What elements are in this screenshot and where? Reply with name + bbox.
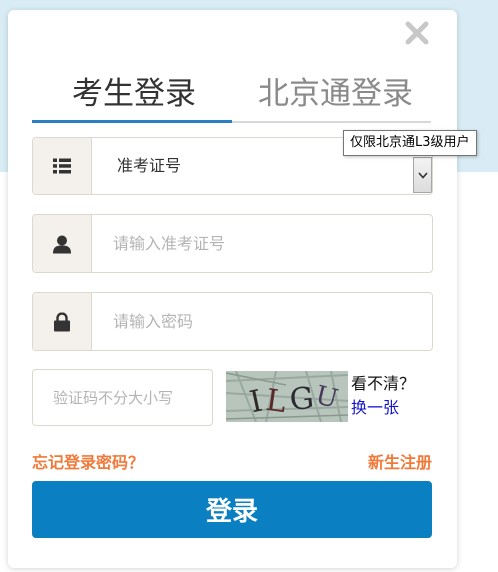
lock-icon	[54, 312, 70, 331]
password-input[interactable]	[92, 293, 432, 350]
tooltip: 仅限北京通L3级用户	[343, 130, 477, 156]
list-icon	[53, 158, 71, 174]
close-icon[interactable]	[404, 20, 430, 46]
active-tab-indicator	[32, 120, 232, 123]
captcha-image[interactable]: I L G U	[226, 371, 348, 422]
id-type-addon	[33, 138, 92, 194]
tab-beijingtong-login[interactable]: 北京通登录	[258, 74, 413, 114]
exam-number-input[interactable]	[92, 215, 432, 272]
chevron-down-icon	[418, 172, 428, 179]
svg-text:G: G	[288, 381, 315, 418]
forgot-password-link[interactable]: 忘记登录密码？	[32, 449, 144, 473]
captcha-input[interactable]	[32, 369, 213, 426]
select-dropdown-button[interactable]	[413, 157, 432, 193]
exam-number-field	[32, 214, 433, 273]
tab-candidate-login[interactable]: 考生登录	[72, 74, 196, 114]
captcha-hint: 看不清？	[351, 374, 416, 393]
password-addon	[33, 293, 92, 350]
register-link[interactable]: 新生注册	[368, 449, 432, 473]
captcha-refresh-link[interactable]: 换一张	[351, 397, 399, 419]
exam-number-addon	[33, 215, 92, 272]
login-button[interactable]: 登录	[32, 481, 432, 538]
user-icon	[53, 235, 71, 253]
password-field	[32, 292, 433, 351]
